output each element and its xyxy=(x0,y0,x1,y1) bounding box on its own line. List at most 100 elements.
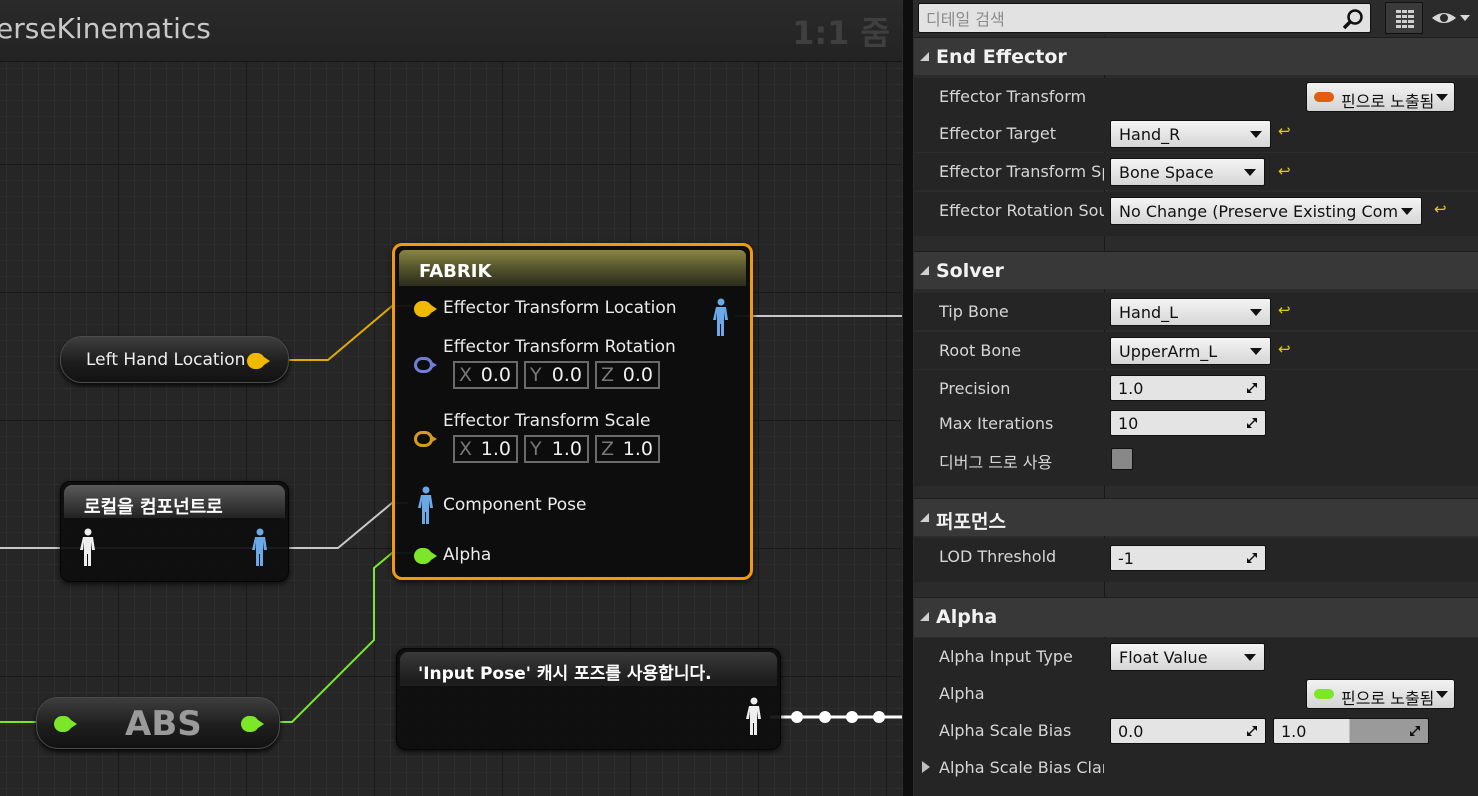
row-label: Tip Bone xyxy=(939,302,1009,321)
chevron-down-icon xyxy=(1250,131,1262,138)
precision-input[interactable]: 1.0 xyxy=(1110,375,1266,401)
details-search-input[interactable] xyxy=(926,8,1326,30)
debug-draw-checkbox[interactable] xyxy=(1111,448,1133,470)
scale-y-field[interactable]: Y 1.0 xyxy=(524,435,589,463)
category-end-effector[interactable]: End Effector xyxy=(914,37,1478,75)
lod-threshold-input[interactable]: -1 xyxy=(1110,545,1266,571)
chevron-down-icon xyxy=(1250,348,1262,355)
drag-arrow-icon xyxy=(1247,726,1257,736)
row-label: Precision xyxy=(939,379,1011,398)
fabrik-node[interactable]: FABRIK Effector Transform Location Effec… xyxy=(392,243,753,580)
row-label: LOD Threshold xyxy=(939,547,1057,566)
row-label: Alpha Scale Bias xyxy=(939,721,1072,740)
left-hand-location-label: Left Hand Location xyxy=(86,350,246,370)
axis-label: X xyxy=(459,438,473,460)
row-label: Alpha xyxy=(939,684,985,703)
rotation-y-field[interactable]: Y 0.0 xyxy=(524,361,589,389)
category-solver[interactable]: Solver xyxy=(914,251,1478,289)
category-performance[interactable]: 퍼포먼스 xyxy=(914,498,1478,536)
pose-output-icon[interactable] xyxy=(251,528,269,568)
row-alpha-scale-bias-clamp[interactable]: Alpha Scale Bias Clamp xyxy=(914,749,1478,796)
reset-to-default-icon[interactable]: ↩ xyxy=(1278,164,1292,179)
wire-left-hand-to-location xyxy=(268,305,412,361)
use-cached-pose-node[interactable]: 'Input Pose' 캐시 포즈를 사용합니다. xyxy=(396,648,781,750)
local-node-title: 로컬을 컴포넌트로 xyxy=(84,497,223,518)
effector-target-dropdown[interactable]: Hand_R xyxy=(1110,120,1271,148)
grid-icon xyxy=(1396,9,1414,29)
effector-scale-pin[interactable] xyxy=(414,431,437,447)
drag-arrow-icon xyxy=(1247,553,1257,563)
dropdown-value: No Change (Preserve Existing Component xyxy=(1119,202,1399,221)
details-search-bar[interactable] xyxy=(918,3,1371,33)
root-bone-dropdown[interactable]: UpperArm_L xyxy=(1110,337,1271,365)
drag-arrow-icon xyxy=(1247,383,1257,393)
scale-x-field[interactable]: X 1.0 xyxy=(453,435,518,463)
property-matrix-button[interactable] xyxy=(1385,2,1423,34)
component-pose-label: Component Pose xyxy=(443,495,587,515)
row-effector-space: Effector Transform Space Bone Space ↩ xyxy=(914,153,1478,190)
row-alpha-input-type: Alpha Input Type Float Value xyxy=(914,638,1478,675)
reset-to-default-icon[interactable]: ↩ xyxy=(1434,202,1448,217)
dropdown-value: Hand_L xyxy=(1119,303,1179,322)
effector-space-dropdown[interactable]: Bone Space xyxy=(1110,158,1265,186)
rotation-z-field[interactable]: Z 0.0 xyxy=(595,361,660,389)
view-options-button[interactable] xyxy=(1428,2,1474,34)
local-to-component-node[interactable]: 로컬을 컴포넌트로 xyxy=(60,481,289,582)
row-tip-bone: Tip Bone Hand_L ↩ xyxy=(914,293,1478,330)
reset-to-default-icon[interactable]: ↩ xyxy=(1278,303,1292,318)
row-root-bone: Root Bone UpperArm_L ↩ xyxy=(914,332,1478,369)
left-hand-output-pin[interactable] xyxy=(247,353,270,369)
drag-arrow-icon xyxy=(1247,418,1257,428)
chevron-down-icon xyxy=(1436,691,1448,698)
dropdown-value: Float Value xyxy=(1119,648,1208,667)
abs-input-pin[interactable] xyxy=(54,716,77,732)
row-label: Effector Transform Space xyxy=(939,162,1104,181)
fabrik-output-pose-icon[interactable] xyxy=(712,298,730,338)
expand-arrow-icon[interactable] xyxy=(922,761,930,773)
alpha-pin[interactable] xyxy=(414,548,437,564)
max-iterations-input[interactable]: 10 xyxy=(1110,410,1266,436)
chevron-down-icon xyxy=(1250,309,1262,316)
reset-to-default-icon[interactable]: ↩ xyxy=(1278,342,1292,357)
effector-rotation-source-dropdown[interactable]: No Change (Preserve Existing Component xyxy=(1110,197,1422,225)
abs-output-pin[interactable] xyxy=(241,716,264,732)
search-icon[interactable] xyxy=(1342,8,1364,30)
panel-splitter[interactable] xyxy=(902,0,914,796)
alpha-pin-dropdown[interactable]: 핀으로 노출됨 xyxy=(1306,679,1455,709)
effector-rotation-pin[interactable] xyxy=(414,357,437,373)
anim-graph-canvas[interactable]: erseKinematics 1:1 줌 Left Hand Location … xyxy=(0,0,902,796)
axis-label: Z xyxy=(601,364,615,386)
tip-bone-dropdown[interactable]: Hand_L xyxy=(1110,298,1271,326)
category-label: 퍼포먼스 xyxy=(936,511,1006,533)
dropdown-value: 핀으로 노출됨 xyxy=(1341,689,1435,708)
cache-output-pose-icon[interactable] xyxy=(745,697,763,737)
chevron-down-icon xyxy=(1401,208,1413,215)
effector-location-pin[interactable] xyxy=(414,301,437,317)
component-pose-pin-icon[interactable] xyxy=(417,486,435,526)
left-hand-location-node[interactable]: Left Hand Location xyxy=(60,336,289,383)
details-panel: End Effector Effector Transform 핀으로 노출됨 … xyxy=(914,0,1478,796)
scale-vector-input: X 1.0 Y 1.0 Z 1.0 xyxy=(453,435,660,463)
rotation-vector-input: X 0.0 Y 0.0 Z 0.0 xyxy=(453,361,660,389)
category-label: Alpha xyxy=(936,606,998,628)
row-alpha-scale-bias: Alpha Scale Bias 0.0 1.0 xyxy=(914,712,1478,749)
row-label: 디버그 드로 사용 xyxy=(939,453,1053,472)
local-node-header: 로컬을 컴포넌트로 xyxy=(64,485,285,518)
row-lod-threshold: LOD Threshold -1 xyxy=(914,538,1478,582)
reset-to-default-icon[interactable]: ↩ xyxy=(1278,124,1292,139)
scale-z-field[interactable]: Z 1.0 xyxy=(595,435,660,463)
alpha-label: Alpha xyxy=(443,545,492,565)
pin-color-chip xyxy=(1314,92,1334,102)
pose-input-icon[interactable] xyxy=(79,528,97,568)
abs-node[interactable]: ABS xyxy=(36,697,280,749)
axis-value: 1.0 xyxy=(480,438,511,460)
alpha-scale-bias-max-input[interactable]: 1.0 xyxy=(1273,718,1429,744)
category-alpha[interactable]: Alpha xyxy=(914,597,1478,637)
collapse-arrow-icon xyxy=(920,513,929,522)
row-label: Effector Transform xyxy=(939,87,1087,106)
alpha-scale-bias-min-input[interactable]: 0.0 xyxy=(1110,718,1266,744)
rotation-x-field[interactable]: X 0.0 xyxy=(453,361,518,389)
eye-icon xyxy=(1432,13,1470,23)
alpha-input-type-dropdown[interactable]: Float Value xyxy=(1110,643,1265,671)
effector-transform-pin-dropdown[interactable]: 핀으로 노출됨 xyxy=(1306,82,1455,112)
